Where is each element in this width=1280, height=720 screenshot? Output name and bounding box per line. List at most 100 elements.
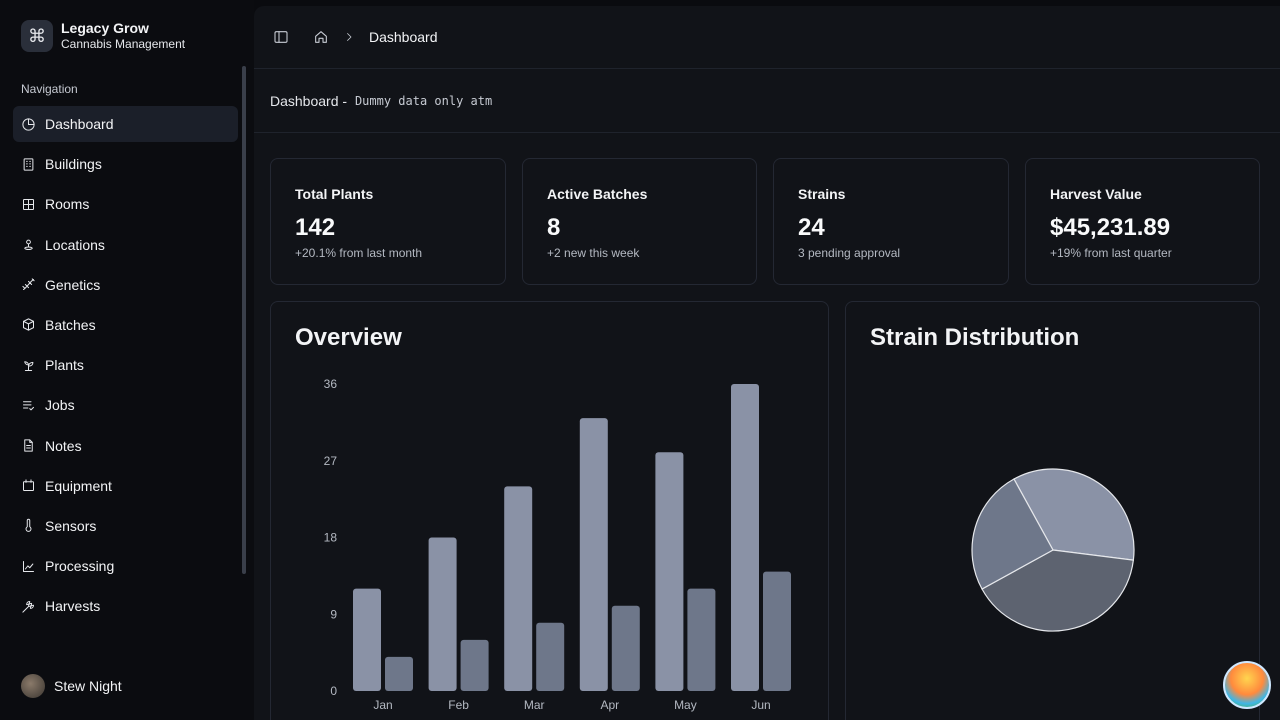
wheat-icon [22, 600, 34, 613]
sidebar-item-jobs[interactable]: Jobs [13, 387, 238, 423]
stat-card-harvest-value: Harvest Value $45,231.89 +19% from last … [1025, 158, 1260, 285]
stat-title: Strains [798, 186, 846, 202]
sidebar-nav: Dashboard Buildings Rooms Locations Gene… [13, 106, 238, 628]
map-pin-icon [24, 239, 33, 251]
sidebar-item-label: Batches [45, 316, 96, 333]
page-title: Dashboard - [270, 92, 351, 109]
sidebar-item-label: Locations [45, 236, 105, 253]
bar[interactable] [579, 418, 608, 691]
bar[interactable] [536, 622, 565, 691]
y-tick-label: 9 [330, 607, 337, 621]
stat-title: Harvest Value [1050, 186, 1142, 202]
y-tick-label: 18 [324, 531, 338, 545]
sidebar-item-plants[interactable]: Plants [13, 347, 238, 383]
stat-value: 8 [547, 214, 561, 241]
sidebar-item-label: Plants [45, 357, 84, 374]
sidebar-item-processing[interactable]: Processing [13, 548, 238, 584]
stat-subtext: +19% from last quarter [1050, 246, 1172, 260]
nav-heading: Navigation [21, 82, 78, 96]
assistant-avatar-button[interactable] [1223, 661, 1271, 709]
top-bar: Dashboard [254, 6, 1280, 69]
sidebar-item-label: Notes [45, 437, 82, 454]
sidebar-item-sensors[interactable]: Sensors [13, 508, 238, 544]
list-check-icon [23, 401, 34, 411]
stat-value: 142 [295, 214, 336, 241]
stat-value: 24 [798, 214, 825, 241]
sidebar-item-notes[interactable]: Notes [13, 428, 238, 464]
y-tick-label: 36 [324, 377, 338, 391]
sidebar-item-batches[interactable]: Batches [13, 307, 238, 343]
sidebar-item-label: Genetics [45, 276, 101, 293]
stat-subtext: 3 pending approval [798, 246, 901, 260]
bar[interactable] [460, 639, 489, 691]
stat-subtext: +20.1% from last month [295, 246, 423, 260]
sidebar-item-equipment[interactable]: Equipment [13, 468, 238, 504]
box-icon [23, 318, 34, 332]
brand[interactable]: ⌘ Legacy Grow Cannabis Management [21, 20, 185, 52]
sidebar-item-label: Processing [45, 558, 115, 575]
breadcrumb-current: Dashboard [369, 29, 438, 45]
sidebar-toggle-icon[interactable] [273, 29, 289, 45]
thermometer-icon [25, 519, 32, 533]
bar[interactable] [611, 605, 640, 691]
grid-icon [23, 198, 34, 210]
stat-title: Total Plants [295, 186, 374, 202]
chevron-right-icon [347, 33, 352, 41]
bar[interactable] [655, 452, 684, 691]
bar[interactable] [731, 384, 759, 691]
sprout-icon [24, 360, 34, 371]
sidebar-item-label: Harvests [45, 598, 101, 615]
file-text-icon [24, 439, 33, 452]
stat-subtext: +2 new this week [547, 246, 640, 260]
sidebar-item-buildings[interactable]: Buildings [13, 146, 238, 182]
sidebar-item-locations[interactable]: Locations [13, 227, 238, 263]
x-tick-label: Apr [600, 698, 619, 712]
x-tick-label: Feb [448, 698, 469, 712]
strain-pie-chart [971, 468, 1135, 632]
bar[interactable] [428, 537, 457, 692]
sidebar: ⌘ Legacy Grow Cannabis Management Naviga… [0, 0, 254, 720]
bar[interactable] [687, 588, 716, 691]
sidebar-item-rooms[interactable]: Rooms [13, 186, 238, 222]
app-root: ⌘ Legacy Grow Cannabis Management Naviga… [0, 0, 1280, 720]
sidebar-item-label: Jobs [45, 397, 75, 414]
y-tick-label: 27 [324, 454, 338, 468]
command-icon: ⌘ [21, 20, 53, 52]
page-note: Dummy data only atm [354, 93, 493, 108]
user-menu[interactable]: Stew Night [21, 674, 122, 698]
dna-icon [22, 278, 35, 291]
x-tick-label: Jun [751, 698, 770, 712]
sidebar-item-label: Dashboard [45, 116, 114, 132]
sidebar-item-genetics[interactable]: Genetics [13, 267, 238, 303]
calendar-icon [23, 479, 34, 492]
x-tick-label: Mar [524, 698, 545, 712]
pie-chart-icon [22, 117, 35, 131]
bar[interactable] [504, 486, 533, 691]
home-icon[interactable] [313, 29, 329, 45]
x-tick-label: Jan [373, 698, 392, 712]
stat-title: Active Batches [547, 186, 648, 202]
x-tick-label: May [674, 698, 697, 712]
brand-title: Legacy Grow [61, 20, 149, 36]
stat-card-strains: Strains 24 3 pending approval [773, 158, 1009, 285]
sidebar-item-dashboard[interactable]: Dashboard [13, 106, 238, 142]
bar[interactable] [763, 571, 791, 691]
sidebar-item-label: Buildings [45, 156, 102, 173]
strain-distribution-card: Strain Distribution [845, 301, 1260, 720]
sidebar-item-label: Sensors [45, 517, 97, 534]
y-tick-label: 0 [330, 684, 337, 698]
bar[interactable] [385, 656, 413, 691]
sidebar-item-label: Equipment [45, 477, 112, 494]
building-icon [23, 158, 34, 171]
area-chart-icon [23, 560, 34, 572]
bar[interactable] [353, 588, 381, 691]
sidebar-scrollbar[interactable] [242, 66, 246, 574]
stat-card-active-batches: Active Batches 8 +2 new this week [522, 158, 757, 285]
avatar [21, 674, 45, 698]
stat-card-total-plants: Total Plants 142 +20.1% from last month [270, 158, 506, 285]
sidebar-item-harvests[interactable]: Harvests [13, 588, 238, 624]
overview-card: Overview 0 9 18 27 36 Jan Feb Mar Apr May Jun [270, 301, 829, 720]
stat-value: $45,231.89 [1050, 214, 1171, 241]
page-subheader: Dashboard - Dummy data only atm [254, 69, 1280, 133]
user-name: Stew Night [54, 678, 122, 694]
